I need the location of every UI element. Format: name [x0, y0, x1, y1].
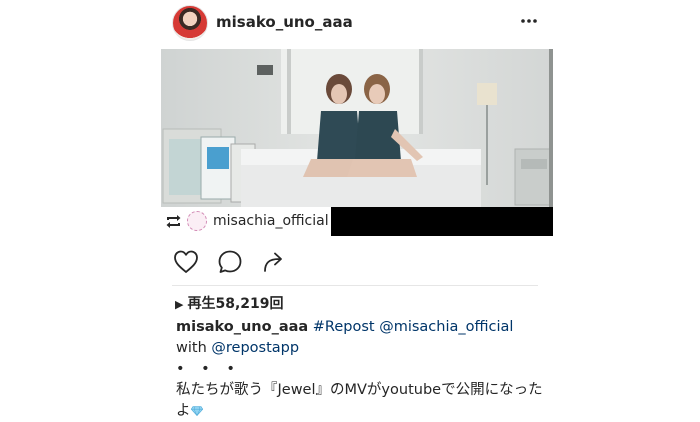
caption-with: with: [176, 340, 207, 356]
post-media[interactable]: misachia_official: [161, 49, 553, 236]
more-horizontal-icon[interactable]: [520, 12, 538, 30]
mention-link[interactable]: @misachia_official: [379, 319, 513, 335]
caption: misako_uno_aaa #Repost @misachia_officia…: [176, 317, 546, 422]
view-count-label: 再生58,219回: [187, 296, 284, 312]
divider: [172, 285, 538, 286]
video-frame-image: [161, 49, 553, 207]
caption-dots: • • •: [176, 361, 241, 377]
repost-avatar[interactable]: [187, 211, 207, 231]
repost-icon: [166, 215, 181, 228]
share-icon[interactable]: [260, 248, 288, 276]
heart-icon[interactable]: [172, 248, 200, 276]
view-count[interactable]: ▶ 再生58,219回: [175, 293, 284, 313]
post-header: misako_uno_aaa: [170, 5, 552, 41]
comment-icon[interactable]: [216, 248, 244, 276]
caption-text: 私たちが歌う『Jewel』のMVがyoutubeで公開になったよ: [176, 382, 543, 419]
post-username[interactable]: misako_uno_aaa: [216, 13, 353, 31]
repost-attribution[interactable]: misachia_official: [161, 207, 331, 236]
action-bar: [172, 248, 302, 276]
play-icon: ▶: [175, 298, 184, 311]
avatar[interactable]: [172, 5, 208, 41]
repost-source-username[interactable]: misachia_official: [213, 213, 329, 229]
gem-icon: [190, 406, 203, 416]
caption-username[interactable]: misako_uno_aaa: [176, 319, 308, 335]
mention-link-repostapp[interactable]: @repostapp: [211, 340, 299, 356]
hashtag-link[interactable]: #Repost: [313, 319, 375, 335]
